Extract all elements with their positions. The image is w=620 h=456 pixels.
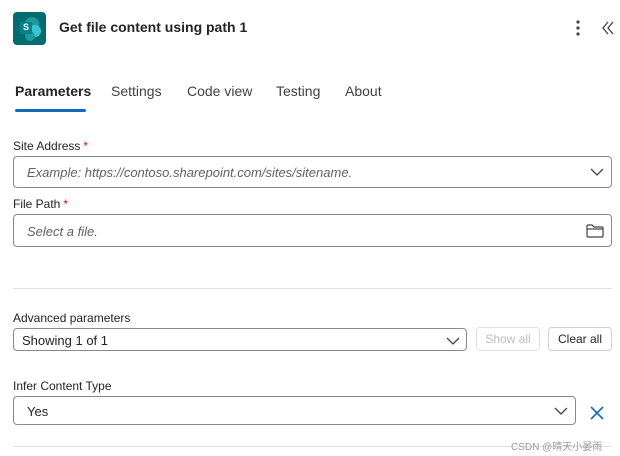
file-path-input[interactable]: Select a file.: [13, 214, 612, 247]
show-all-button[interactable]: Show all: [476, 327, 540, 351]
tab-parameters[interactable]: Parameters: [15, 83, 91, 99]
more-options-button[interactable]: [568, 16, 588, 40]
infer-content-type-value: Yes: [27, 404, 49, 419]
tab-testing[interactable]: Testing: [276, 83, 320, 99]
remove-parameter-button[interactable]: [586, 402, 608, 424]
chevron-down-icon: [590, 168, 604, 176]
required-marker: *: [83, 139, 89, 153]
action-title: Get file content using path 1: [59, 19, 248, 35]
advanced-parameters-dropdown[interactable]: Showing 1 of 1: [13, 328, 467, 351]
required-marker: *: [63, 197, 69, 211]
file-path-placeholder: Select a file.: [27, 224, 98, 239]
file-path-label: File Path *: [13, 197, 69, 211]
watermark-text: CSDN @晴天小晏雨: [511, 442, 603, 453]
collapse-panel-button[interactable]: [600, 18, 616, 38]
advanced-parameters-label: Advanced parameters: [13, 311, 131, 325]
sharepoint-icon-letter: S: [23, 22, 30, 32]
site-address-placeholder: Example: https://contoso.sharepoint.com/…: [27, 165, 353, 180]
infer-content-type-label: Infer Content Type: [13, 379, 112, 393]
folder-icon[interactable]: [585, 223, 605, 239]
section-divider: [13, 288, 612, 289]
tab-list: Parameters Settings Code view Testing Ab…: [0, 80, 620, 116]
close-icon: [590, 406, 604, 420]
chevron-down-icon: [446, 337, 460, 345]
active-tab-indicator: [15, 109, 86, 112]
more-vertical-icon: [576, 20, 580, 36]
advanced-parameters-value: Showing 1 of 1: [22, 333, 109, 348]
clear-all-button[interactable]: Clear all: [548, 327, 612, 351]
tab-about[interactable]: About: [345, 83, 382, 99]
infer-content-type-dropdown[interactable]: Yes: [13, 396, 576, 425]
sharepoint-icon: S: [13, 12, 46, 45]
site-address-dropdown[interactable]: Example: https://contoso.sharepoint.com/…: [13, 156, 612, 188]
action-header: S Get file content using path 1: [0, 0, 620, 58]
tab-code-view[interactable]: Code view: [187, 83, 252, 99]
tab-settings[interactable]: Settings: [111, 83, 162, 99]
site-address-label: Site Address *: [13, 139, 89, 153]
collapse-double-chevron-icon: [602, 21, 614, 35]
chevron-down-icon: [554, 407, 568, 415]
